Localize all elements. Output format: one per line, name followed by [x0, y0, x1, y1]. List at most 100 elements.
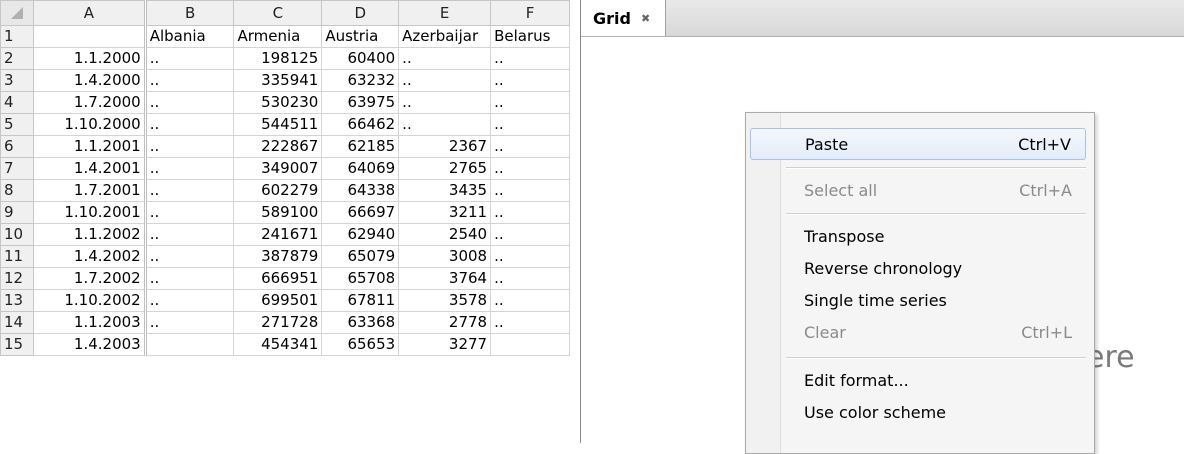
- cell[interactable]: ..: [143, 201, 235, 224]
- menu-item-clear[interactable]: Clear Ctrl+L: [750, 317, 1086, 349]
- cell[interactable]: 62185: [321, 135, 400, 158]
- cell[interactable]: ..: [143, 245, 235, 268]
- cell[interactable]: 66462: [321, 113, 400, 136]
- cell[interactable]: ..: [143, 267, 235, 290]
- cell[interactable]: 66697: [321, 201, 400, 224]
- cell[interactable]: ..: [490, 157, 570, 180]
- cell[interactable]: 349007: [233, 157, 323, 180]
- row-header[interactable]: 13: [0, 289, 34, 312]
- menu-item-transpose[interactable]: Transpose: [750, 221, 1086, 253]
- cell[interactable]: 64069: [321, 157, 400, 180]
- cell[interactable]: 1.1.2000: [32, 47, 146, 70]
- cell[interactable]: 2778: [398, 311, 492, 334]
- cell[interactable]: 241671: [233, 223, 323, 246]
- row-header[interactable]: 12: [0, 267, 34, 290]
- cell[interactable]: 3277: [398, 333, 492, 356]
- cell[interactable]: [32, 25, 146, 48]
- cell[interactable]: 530230: [233, 91, 323, 114]
- row-header[interactable]: 7: [0, 157, 34, 180]
- cell[interactable]: 2367: [398, 135, 492, 158]
- cell[interactable]: 589100: [233, 201, 323, 224]
- cell[interactable]: 3008: [398, 245, 492, 268]
- column-header-b[interactable]: B: [143, 0, 235, 26]
- cell[interactable]: 666951: [233, 267, 323, 290]
- cell[interactable]: ..: [398, 91, 492, 114]
- cell[interactable]: ..: [143, 69, 235, 92]
- cell[interactable]: 1.1.2001: [32, 135, 146, 158]
- cell[interactable]: 2765: [398, 157, 492, 180]
- cell[interactable]: ..: [143, 223, 235, 246]
- cell[interactable]: ..: [143, 113, 235, 136]
- cell[interactable]: ..: [490, 267, 570, 290]
- cell[interactable]: ..: [490, 289, 570, 312]
- cell[interactable]: ..: [490, 69, 570, 92]
- tab-grid[interactable]: Grid ✖: [581, 0, 666, 36]
- cell[interactable]: 62940: [321, 223, 400, 246]
- row-header[interactable]: 8: [0, 179, 34, 202]
- row-header[interactable]: 2: [0, 47, 34, 70]
- cell[interactable]: [490, 333, 570, 356]
- cell[interactable]: ..: [490, 47, 570, 70]
- cell[interactable]: 454341: [233, 333, 323, 356]
- cell[interactable]: [143, 333, 235, 356]
- cell[interactable]: 65708: [321, 267, 400, 290]
- cell[interactable]: 1.1.2002: [32, 223, 146, 246]
- menu-item-edit-format[interactable]: Edit format...: [750, 365, 1086, 397]
- row-header[interactable]: 9: [0, 201, 34, 224]
- cell[interactable]: 1.7.2000: [32, 91, 146, 114]
- row-header[interactable]: 10: [0, 223, 34, 246]
- cell[interactable]: ..: [490, 113, 570, 136]
- row-header[interactable]: 5: [0, 113, 34, 136]
- column-header-a[interactable]: A: [32, 0, 146, 26]
- cell[interactable]: ..: [143, 311, 235, 334]
- cell[interactable]: ..: [143, 135, 235, 158]
- cell[interactable]: ..: [143, 157, 235, 180]
- cell[interactable]: ..: [490, 135, 570, 158]
- cell[interactable]: ..: [490, 245, 570, 268]
- cell[interactable]: 1.4.2002: [32, 245, 146, 268]
- column-header-f[interactable]: F: [490, 0, 570, 26]
- cell[interactable]: 602279: [233, 179, 323, 202]
- cell[interactable]: 1.4.2000: [32, 69, 146, 92]
- cell[interactable]: 544511: [233, 113, 323, 136]
- cell[interactable]: 3211: [398, 201, 492, 224]
- menu-item-paste[interactable]: Paste Ctrl+V: [750, 128, 1086, 160]
- cell[interactable]: 65079: [321, 245, 400, 268]
- cell[interactable]: ..: [490, 311, 570, 334]
- cell[interactable]: ..: [490, 201, 570, 224]
- cell[interactable]: 1.1.2003: [32, 311, 146, 334]
- menu-item-single-time-series[interactable]: Single time series: [750, 285, 1086, 317]
- menu-item-reverse-chronology[interactable]: Reverse chronology: [750, 253, 1086, 285]
- cell[interactable]: 2540: [398, 223, 492, 246]
- menu-item-select-all[interactable]: Select all Ctrl+A: [750, 175, 1086, 207]
- cell[interactable]: 63975: [321, 91, 400, 114]
- cell[interactable]: 3764: [398, 267, 492, 290]
- cell[interactable]: 335941: [233, 69, 323, 92]
- cell[interactable]: 1.10.2000: [32, 113, 146, 136]
- cell[interactable]: 1.7.2002: [32, 267, 146, 290]
- row-header[interactable]: 14: [0, 311, 34, 334]
- cell[interactable]: 67811: [321, 289, 400, 312]
- cell[interactable]: Austria: [321, 25, 400, 48]
- row-header[interactable]: 4: [0, 91, 34, 114]
- cell[interactable]: Albania: [143, 25, 235, 48]
- cell[interactable]: ..: [143, 47, 235, 70]
- cell[interactable]: 1.7.2001: [32, 179, 146, 202]
- cell[interactable]: 1.10.2001: [32, 201, 146, 224]
- cell[interactable]: 271728: [233, 311, 323, 334]
- row-header[interactable]: 15: [0, 333, 34, 356]
- cell[interactable]: ..: [398, 47, 492, 70]
- row-header[interactable]: 6: [0, 135, 34, 158]
- cell[interactable]: Azerbaijar: [398, 25, 492, 48]
- cell[interactable]: 3578: [398, 289, 492, 312]
- cell[interactable]: 3435: [398, 179, 492, 202]
- cell[interactable]: 1.4.2003: [32, 333, 146, 356]
- row-header[interactable]: 11: [0, 245, 34, 268]
- row-header[interactable]: 1: [0, 25, 34, 48]
- cell[interactable]: 63368: [321, 311, 400, 334]
- column-header-c[interactable]: C: [233, 0, 323, 26]
- cell[interactable]: 63232: [321, 69, 400, 92]
- column-header-e[interactable]: E: [398, 0, 492, 26]
- cell[interactable]: ..: [398, 113, 492, 136]
- cell[interactable]: 64338: [321, 179, 400, 202]
